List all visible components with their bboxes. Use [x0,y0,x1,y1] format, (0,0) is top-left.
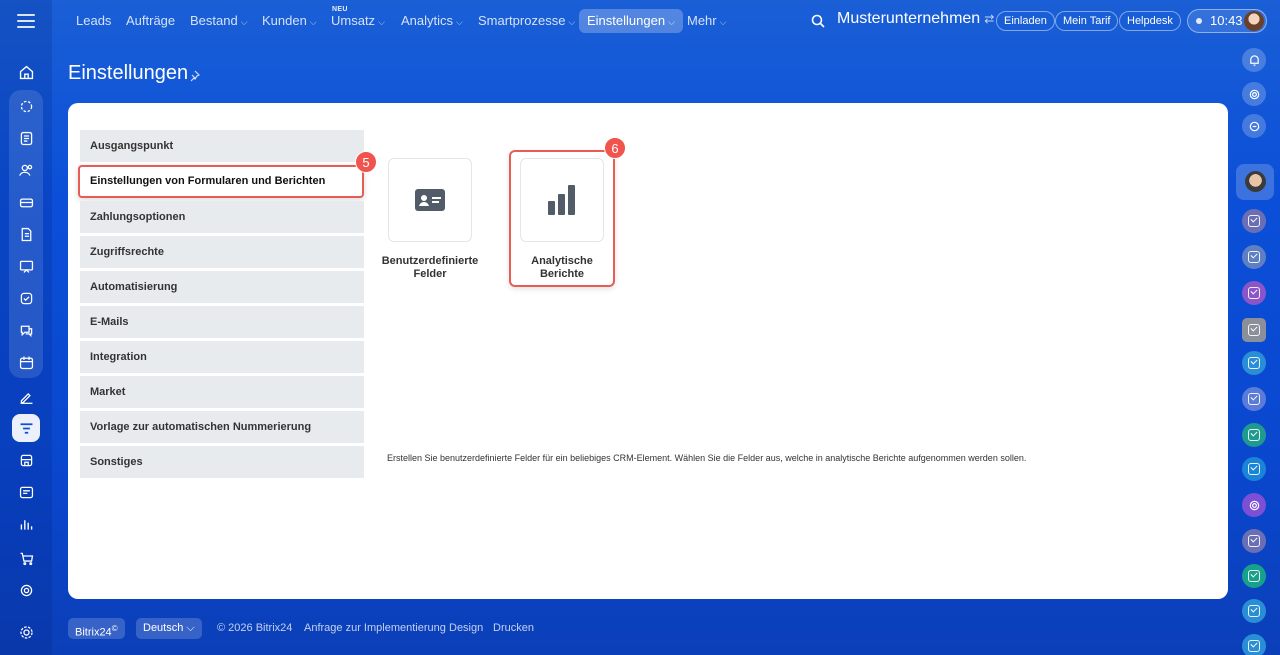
tile-analytic-reports[interactable]: Analytische Berichte [509,150,615,287]
task-check-icon[interactable] [1242,245,1266,269]
nav-bestand[interactable]: Bestand ⌵ [182,9,256,33]
tile-custom-fields[interactable]: Benutzerdefinierte Felder [380,158,480,281]
footer-link-print[interactable]: Drucken [493,622,534,634]
chevron-down-icon: ⌵ [456,17,463,27]
search-chat-icon[interactable] [1242,114,1266,138]
nav-auftraege[interactable]: Aufträge [118,9,183,33]
chevron-down-icon: ⌵ [719,17,727,27]
tools-icon[interactable] [12,92,40,120]
search-icon[interactable] [810,13,826,29]
menu-item-market[interactable]: Market [80,376,364,408]
chevron-down-icon: ⌵ [378,17,385,27]
menu-item-nummerierung[interactable]: Vorlage zur automatischen Nummerierung [80,411,364,443]
shop-cart-icon[interactable] [12,544,40,572]
nav-einstellungen[interactable]: Einstellungen ⌵ [579,9,683,33]
menu-item-sonstiges[interactable]: Sonstiges [80,446,364,478]
nav-leads[interactable]: Leads [68,9,119,33]
tile-analytic-reports-label: Analytische Berichte [531,255,593,280]
bar-chart-icon [548,185,575,215]
task-check-icon[interactable] [12,284,40,312]
notifications-bell-icon[interactable] [1242,48,1266,72]
inventory-icon[interactable] [12,188,40,216]
task-check-icon[interactable] [1242,351,1266,375]
task-check-icon[interactable] [1242,423,1266,447]
tariff-button[interactable]: Mein Tarif [1055,11,1119,31]
footer-link-implementation[interactable]: Anfrage zur Implementierung [304,622,446,634]
task-check-icon[interactable] [1242,457,1266,481]
nav-smartprozesse[interactable]: Smartprozesse ⌵ [470,9,583,33]
calendar-icon[interactable] [12,348,40,376]
presentation-icon[interactable] [12,252,40,280]
chevron-down-icon: ⌵ [668,17,675,27]
menu-item-ausgangspunkt[interactable]: Ausgangspunkt [80,130,364,162]
chevron-down-icon: ⌵ [240,17,248,27]
page-title: Einstellungen [68,62,189,84]
task-check-icon[interactable] [1242,387,1266,411]
language-select[interactable]: Deutsch ⌵ [136,618,202,639]
goals-target-icon[interactable] [12,576,40,604]
chat-icon[interactable] [12,316,40,344]
crm-funnel-icon[interactable] [12,414,40,442]
task-check-icon[interactable] [1242,318,1266,342]
task-check-icon[interactable] [1242,634,1266,655]
work-time-clock[interactable]: 10:43 [1187,9,1267,33]
task-check-icon[interactable] [1242,281,1266,305]
step-marker-6: 6 [604,137,626,159]
chevron-down-icon: ⌵ [309,17,317,27]
nav-umsatz[interactable]: Umsatz ⌵ [323,9,393,33]
contacts-icon[interactable] [12,156,40,184]
user-avatar [1245,171,1266,192]
switch-arrows-icon: ⇄ [984,12,995,26]
copyright-text: © 2026 Bitrix24 [217,622,293,634]
menu-item-zahlungsoptionen[interactable]: Zahlungsoptionen [80,201,364,233]
menu-item-emails[interactable]: E-Mails [80,306,364,338]
menu-item-formulare-berichte[interactable]: Einstellungen von Formularen und Bericht… [78,165,364,198]
home-icon[interactable] [12,58,40,86]
pin-icon[interactable] [188,70,200,82]
settings-gear-icon[interactable] [12,618,40,646]
menu-item-integration[interactable]: Integration [80,341,364,373]
chevron-down-icon: ⌵ [186,622,195,634]
hamburger-menu-icon[interactable] [17,14,35,28]
user-avatar[interactable] [1244,11,1264,31]
menu-item-zugriffsrechte[interactable]: Zugriffsrechte [80,236,364,268]
task-check-icon[interactable] [1242,599,1266,623]
right-sidebar [1228,42,1280,655]
tile-custom-fields-label: Benutzerdefinierte Felder [381,255,479,280]
status-dot-icon [1196,18,1202,24]
menu-item-automatisierung[interactable]: Automatisierung [80,271,364,303]
chevron-down-icon: ⌵ [568,17,576,27]
task-check-icon[interactable] [1242,529,1266,553]
step-marker-5: 5 [355,151,377,173]
nav-mehr[interactable]: Mehr ⌵ [679,9,734,33]
id-card-icon [415,189,445,211]
document-icon[interactable] [12,124,40,152]
store-icon[interactable] [12,446,40,474]
analytics-bars-icon[interactable] [12,510,40,538]
copilot-icon[interactable] [1242,82,1266,106]
invoice-icon[interactable] [12,220,40,248]
nav-analytics[interactable]: Analytics ⌵ [393,9,471,33]
settings-menu: Ausgangspunkt Einstellungen von Formular… [78,130,364,481]
tile-custom-fields-box [388,158,472,242]
invite-button[interactable]: Einladen [996,11,1055,31]
description-text: Erstellen Sie benutzerdefinierte Felder … [387,453,1027,463]
tile-analytic-reports-box [520,158,604,242]
task-check-icon[interactable] [1242,209,1266,233]
left-sidebar [0,0,52,655]
sites-icon[interactable] [12,478,40,506]
copilot-icon[interactable] [1242,493,1266,517]
task-check-icon[interactable] [1242,564,1266,588]
helpdesk-button[interactable]: Helpdesk [1119,11,1181,31]
settings-card: Ausgangspunkt Einstellungen von Formular… [68,103,1228,599]
company-name[interactable]: Musterunternehmen ⇄ [837,10,994,28]
user-avatar[interactable] [1236,164,1274,200]
bitrix24-brand-button[interactable]: Bitrix24© [68,618,125,639]
signature-icon[interactable] [12,382,40,410]
footer-link-design[interactable]: Design [449,622,483,634]
nav-kunden[interactable]: Kunden ⌵ [254,9,325,33]
